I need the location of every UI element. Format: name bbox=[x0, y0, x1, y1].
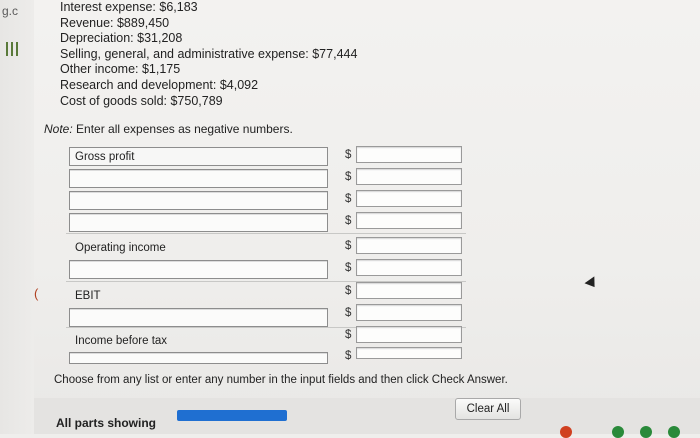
row-select-5[interactable] bbox=[69, 260, 328, 279]
note-text: Note: Enter all expenses as negative num… bbox=[44, 122, 293, 136]
given-revenue: Revenue: $889,450 bbox=[60, 15, 170, 30]
status-dot-icon bbox=[560, 426, 572, 438]
amount-input-ebit[interactable] bbox=[356, 282, 462, 299]
row-label-income-before-tax: Income before tax bbox=[75, 335, 168, 347]
currency-symbol: $ bbox=[345, 307, 352, 319]
row-label-ebit: EBIT bbox=[75, 290, 101, 302]
currency-symbol: $ bbox=[345, 149, 352, 161]
instructions-text: Choose from any list or enter any number… bbox=[54, 374, 508, 386]
row-select-7[interactable] bbox=[69, 308, 328, 327]
amount-input-income-before-tax[interactable] bbox=[356, 326, 462, 343]
clear-all-button[interactable]: Clear All bbox=[455, 398, 521, 420]
parts-progress-fill bbox=[177, 410, 287, 421]
note-label: Note: bbox=[44, 122, 73, 136]
all-parts-showing-label: All parts showing bbox=[56, 416, 157, 430]
amount-input-5[interactable] bbox=[356, 259, 462, 276]
given-research-development: Research and development: $4,092 bbox=[60, 77, 259, 92]
currency-symbol: $ bbox=[345, 285, 352, 297]
currency-symbol: $ bbox=[345, 171, 352, 183]
currency-symbol: $ bbox=[345, 262, 352, 274]
given-interest-expense: Interest expense: $6,183 bbox=[60, 0, 198, 14]
amount-input-operating-income[interactable] bbox=[356, 237, 462, 254]
status-dot-icon bbox=[640, 426, 652, 438]
amount-input-2[interactable] bbox=[356, 190, 462, 207]
currency-symbol: $ bbox=[345, 329, 352, 341]
left-sidebar: g.c bbox=[0, 0, 35, 434]
row-label-operating-income: Operating income bbox=[75, 242, 166, 254]
left-bracket-icon: ( bbox=[34, 286, 39, 301]
amount-input-1[interactable] bbox=[356, 168, 462, 185]
parts-progress-bar bbox=[177, 410, 287, 421]
status-dot-icon bbox=[612, 426, 624, 438]
row-select-9[interactable] bbox=[69, 352, 328, 364]
amount-input-gross-profit[interactable] bbox=[356, 146, 462, 163]
currency-symbol: $ bbox=[345, 350, 352, 362]
currency-symbol: $ bbox=[345, 215, 352, 227]
currency-symbol: $ bbox=[345, 240, 352, 252]
status-dot-icon bbox=[668, 426, 680, 438]
given-depreciation: Depreciation: $31,208 bbox=[60, 31, 183, 46]
amount-input-3[interactable] bbox=[356, 212, 462, 229]
amount-input-9[interactable] bbox=[356, 347, 462, 359]
given-other-income: Other income: $1,175 bbox=[60, 62, 181, 77]
note-body: Enter all expenses as negative numbers. bbox=[72, 122, 293, 136]
currency-symbol: $ bbox=[345, 193, 352, 205]
given-cost-of-goods-sold: Cost of goods sold: $750,789 bbox=[60, 93, 223, 108]
menu-icon[interactable] bbox=[6, 42, 20, 56]
row-select-2[interactable] bbox=[69, 191, 328, 210]
tab-label: g.c bbox=[2, 4, 19, 18]
given-data-list: Interest expense: $6,183 Revenue: $889,4… bbox=[60, 0, 357, 109]
amount-input-7[interactable] bbox=[356, 304, 462, 321]
row-select-3[interactable] bbox=[69, 213, 328, 232]
given-sga-expense: Selling, general, and administrative exp… bbox=[60, 46, 358, 61]
row-label-gross-profit[interactable]: Gross profit bbox=[69, 147, 328, 166]
row-select-1[interactable] bbox=[69, 169, 328, 188]
divider bbox=[66, 233, 466, 234]
